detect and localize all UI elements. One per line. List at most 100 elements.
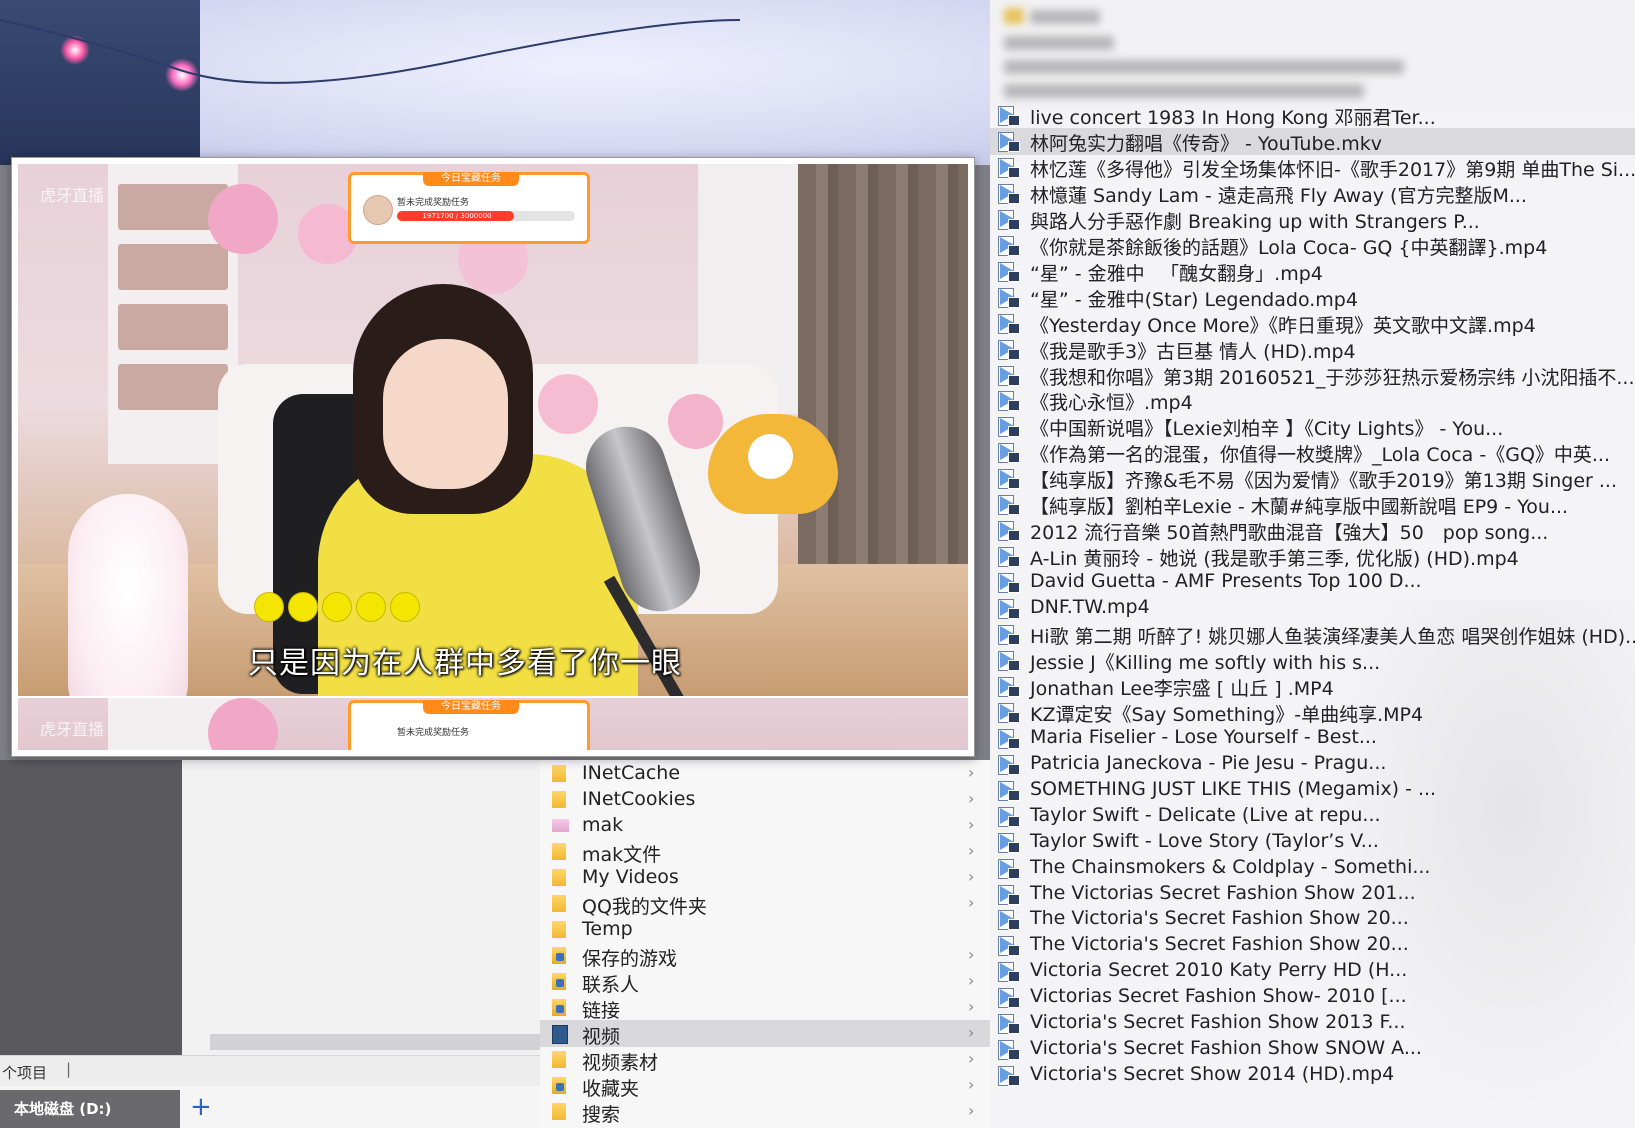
file-row[interactable]: 《我想和你唱》第3期 20160521_于莎莎狂热示爱杨宗纬 小沈阳插不... — [990, 362, 1635, 389]
file-row[interactable]: KZ谭定安《Say Something》-单曲纯享.MP4 — [990, 699, 1635, 726]
video-file-icon — [998, 910, 1020, 931]
chevron-right-icon[interactable]: › — [968, 945, 974, 964]
file-name: “星” - 金雅中 「醜女翻身」.mp4 — [1030, 262, 1323, 285]
tree-item[interactable]: My Videos › — [540, 864, 990, 891]
file-row[interactable]: The Victoria's Secret Fashion Show 20... — [990, 906, 1635, 933]
file-row[interactable]: Patricia Janeckova - Pie Jesu - Pragu... — [990, 751, 1635, 778]
task-card: 今日宝藏任务 暂未完成奖励任务 1971700 / 3000000 — [348, 172, 590, 244]
file-row[interactable]: Jessie J《Killing me softly with his s... — [990, 647, 1635, 674]
file-row[interactable]: 2012 流行音樂 50首熱門歌曲混音【強大】50 pop song... — [990, 517, 1635, 544]
file-row[interactable]: Hi歌 第二期 听醉了! 姚贝娜人鱼装演绎凄美人鱼恋 唱哭创作姐妹 (HD)..… — [990, 621, 1635, 648]
file-list: live concert 1983 In Hong Kong 邓丽君Ter...… — [990, 0, 1635, 1128]
file-row[interactable]: A-Lin 黄丽玲 - 她说 (我是歌手第三季, 优化版) (HD).mp4 — [990, 543, 1635, 570]
chevron-right-icon[interactable]: › — [968, 1075, 974, 1094]
chevron-right-icon[interactable]: › — [968, 1023, 974, 1042]
tree-item[interactable]: mak › — [540, 812, 990, 839]
tree-item[interactable]: QQ我的文件夹 › — [540, 890, 990, 918]
file-row[interactable]: David Guetta - AMF Presents Top 100 D... — [990, 569, 1635, 596]
file-name: 林忆莲《多得他》引发全场集体怀旧-《歌手2017》第9期 单曲The Si... — [1030, 158, 1635, 181]
file-row[interactable]: Victorias Secret Fashion Show- 2010 [... — [990, 984, 1635, 1011]
file-row[interactable]: “星” - 金雅中(Star) Legendado.mp4 — [990, 284, 1635, 311]
file-row[interactable]: The Chainsmokers & Coldplay - Somethi... — [990, 855, 1635, 882]
file-row[interactable]: SOMETHING JUST LIKE THIS (Megamix) - ... — [990, 777, 1635, 804]
explorer-nav-background — [0, 760, 182, 1060]
tree-item[interactable]: 保存的游戏 › — [540, 942, 990, 970]
file-row[interactable]: Victoria's Secret Fashion Show SNOW A... — [990, 1036, 1635, 1063]
video-file-icon — [998, 988, 1020, 1009]
file-row[interactable]: Jonathan Lee李宗盛 [ 山丘 ] .MP4 — [990, 673, 1635, 700]
task-progress-track: 1971700 / 3000000 — [397, 211, 575, 221]
video-file-icon — [998, 702, 1020, 723]
tree-item-label: Temp — [582, 918, 633, 940]
tree-item[interactable]: 链接 › — [540, 994, 990, 1022]
chevron-right-icon[interactable]: › — [968, 893, 974, 912]
file-row[interactable]: 《作為第一名的混蛋，你值得一枚獎牌》_Lola Coca -《GQ》中英... — [990, 439, 1635, 466]
chevron-right-icon[interactable]: › — [968, 997, 974, 1016]
floating-video-player[interactable]: 虎牙直播 今日宝藏任务 暂未完成奖励任务 1971700 / 3000000 只… — [11, 157, 975, 757]
task-card-text: 暂未完成奖励任务 — [397, 728, 470, 738]
chevron-right-icon[interactable]: › — [968, 1049, 974, 1068]
file-row[interactable]: 林忆莲《多得他》引发全场集体怀旧-《歌手2017》第9期 单曲The Si... — [990, 154, 1635, 181]
file-name: 林憶蓮 Sandy Lam - 遠走高飛 Fly Away (官方完整版M... — [1030, 184, 1527, 207]
file-name: Taylor Swift - Love Story (Taylor’s V... — [1030, 829, 1379, 852]
file-row[interactable]: Victoria's Secret Show 2014 (HD).mp4 — [990, 1062, 1635, 1089]
tree-item[interactable]: 视频素材 › — [540, 1046, 990, 1074]
file-row[interactable]: Victoria's Secret Fashion Show 2013 F... — [990, 1010, 1635, 1037]
file-row[interactable]: 林憶蓮 Sandy Lam - 遠走高飛 Fly Away (官方完整版M... — [990, 180, 1635, 207]
video-file-icon — [998, 625, 1020, 645]
file-row[interactable]: 林阿兔实力翻唱《传奇》 - YouTube.mkv — [990, 127, 1635, 155]
tree-item-label: My Videos — [582, 866, 679, 888]
tree-item[interactable]: mak文件 › — [540, 838, 990, 866]
file-row[interactable]: 【纯享版】齐豫&毛不易《因为爱情》《歌手2019》第13期 Singer ... — [990, 465, 1635, 492]
file-row[interactable]: The Victoria's Secret Fashion Show 20... — [990, 932, 1635, 959]
file-row[interactable]: 《我心永恒》.mp4 — [990, 387, 1635, 414]
chevron-right-icon[interactable]: › — [968, 789, 974, 808]
horizontal-scrollbar[interactable] — [210, 1034, 540, 1050]
folder-icon — [552, 791, 566, 808]
file-row[interactable]: “星” - 金雅中 「醜女翻身」.mp4 — [990, 258, 1635, 285]
file-row[interactable]: 《我是歌手3》古巨基 情人 (HD).mp4 — [990, 336, 1635, 363]
chevron-right-icon[interactable]: › — [968, 867, 974, 886]
stream-watermark: 虎牙直播 — [40, 720, 105, 739]
tree-item[interactable]: 联系人 › — [540, 968, 990, 996]
folder-icon — [552, 765, 566, 782]
file-row[interactable]: live concert 1983 In Hong Kong 邓丽君Ter... — [990, 102, 1635, 129]
video-file-icon — [998, 235, 1020, 256]
chevron-right-icon[interactable]: › — [968, 815, 974, 834]
tree-item[interactable]: INetCache › — [540, 760, 990, 787]
video-file-icon — [998, 1040, 1020, 1061]
file-row[interactable]: Victoria Secret 2010 Katy Perry HD (H... — [990, 958, 1635, 985]
file-row[interactable]: 【純享版】劉柏辛Lexie - 木蘭#純享版中國新說唱 EP9 - You... — [990, 491, 1635, 518]
folder-icon — [552, 895, 566, 912]
tree-item[interactable]: 收藏夹 › — [540, 1072, 990, 1100]
video-file-icon — [998, 936, 1020, 957]
file-row[interactable]: DNF.TW.mp4 — [990, 595, 1635, 622]
file-row[interactable]: Maria Fiselier - Lose Yourself - Best... — [990, 725, 1635, 752]
folder-icon — [552, 843, 566, 860]
file-name: 《我心永恒》.mp4 — [1030, 392, 1193, 415]
chevron-right-icon[interactable]: › — [968, 841, 974, 860]
file-row[interactable]: 《你就是茶餘飯後的話題》Lola Coca- GQ {中英翻譯}.mp4 — [990, 232, 1635, 259]
file-row[interactable]: The Victorias Secret Fashion Show 201... — [990, 881, 1635, 908]
balloon — [208, 184, 278, 254]
balloon — [538, 374, 598, 434]
yellow-dot — [254, 592, 284, 622]
tree-item[interactable]: 搜索 › — [540, 1098, 990, 1126]
add-tab-button[interactable]: + — [190, 1090, 212, 1124]
file-row[interactable]: Taylor Swift - Delicate (Live at repu... — [990, 803, 1635, 830]
file-row[interactable]: 《Yesterday Once More》《昨日重現》英文歌中文譯.mp4 — [990, 310, 1635, 337]
tree-item[interactable]: Temp — [540, 916, 990, 943]
drive-tab[interactable]: 本地磁盘 (D:) — [0, 1090, 180, 1128]
file-row[interactable]: 與路人分手惡作劇 Breaking up with Strangers P... — [990, 206, 1635, 233]
chevron-right-icon[interactable]: › — [968, 971, 974, 990]
tree-item[interactable]: INetCookies › — [540, 786, 990, 813]
file-name: KZ谭定安《Say Something》-单曲纯享.MP4 — [1030, 703, 1424, 726]
file-row[interactable]: Taylor Swift - Love Story (Taylor’s V... — [990, 829, 1635, 856]
chevron-right-icon[interactable]: › — [968, 763, 974, 782]
tree-item[interactable]: 视频 › — [540, 1020, 990, 1048]
chevron-right-icon[interactable]: › — [968, 1101, 974, 1120]
video-file-icon — [998, 131, 1020, 152]
blurred-text — [1004, 84, 1364, 98]
video-frame[interactable]: 虎牙直播 今日宝藏任务 暂未完成奖励任务 1971700 / 3000000 只… — [18, 164, 968, 696]
file-row[interactable]: 《中国新说唱》【Lexie刘柏辛 】《City Lights》 - You... — [990, 413, 1635, 440]
